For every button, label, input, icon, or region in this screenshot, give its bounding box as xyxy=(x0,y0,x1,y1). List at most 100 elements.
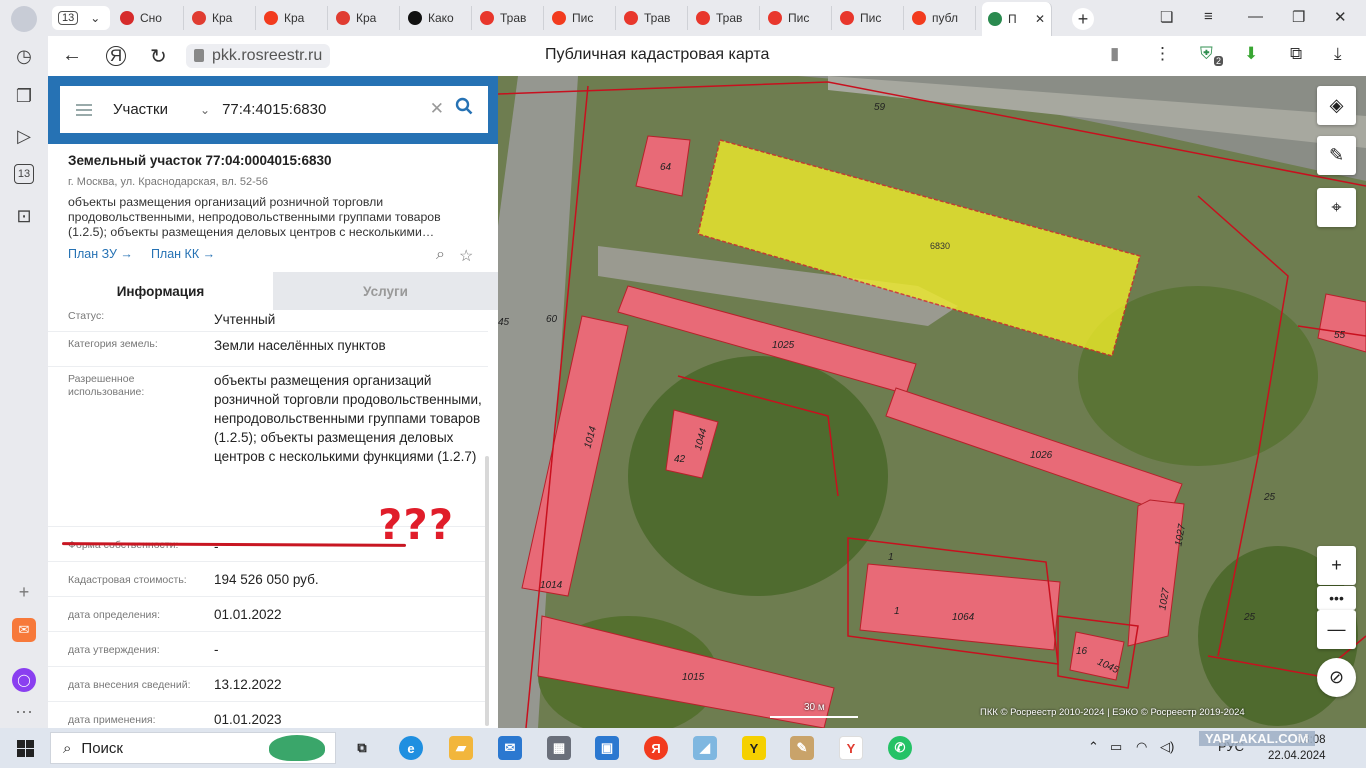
calculator-icon[interactable]: ▦ xyxy=(547,736,571,760)
browser-tab[interactable]: Трав xyxy=(474,6,544,30)
close-window-icon[interactable]: ✕ xyxy=(1334,8,1347,26)
svg-text:1: 1 xyxy=(894,606,900,617)
explorer-icon[interactable]: ▰ xyxy=(449,736,473,760)
zoom-out-button[interactable]: — xyxy=(1317,610,1356,649)
tab-favicon-icon xyxy=(988,12,1002,26)
watermark: YAPLAKAL.COM xyxy=(1199,731,1315,746)
svg-text:1014: 1014 xyxy=(540,580,563,591)
profile-avatar[interactable] xyxy=(11,6,37,32)
more-icon[interactable]: ⋯ xyxy=(12,700,36,724)
search-input[interactable]: 77:4:4015:6830 xyxy=(222,101,326,118)
compass-button[interactable]: ⊘ xyxy=(1317,658,1356,697)
map-view[interactable]: 6830 59 64 60 45 1025 1014 1014 1044 42 … xyxy=(498,76,1366,728)
svg-text:1064: 1064 xyxy=(952,612,975,623)
more-menu-icon[interactable]: ⋮ xyxy=(1154,44,1171,64)
menu-icon[interactable]: ≡ xyxy=(1204,8,1213,25)
store-icon[interactable]: ▣ xyxy=(595,736,619,760)
video-icon[interactable]: ▷ xyxy=(12,124,36,148)
tab-favicon-icon xyxy=(768,11,782,25)
search-icon[interactable] xyxy=(455,97,473,115)
plan-zu-link[interactable]: План ЗУ → xyxy=(68,247,133,261)
battery-icon[interactable]: ▭ xyxy=(1110,739,1122,755)
mail-icon[interactable]: ✉ xyxy=(12,618,36,642)
browser-tab[interactable]: Трав xyxy=(618,6,688,30)
wifi-icon[interactable]: ◠ xyxy=(1136,739,1147,755)
browser-tab[interactable]: публ xyxy=(906,6,976,30)
volume-icon[interactable]: ◁) xyxy=(1160,739,1174,755)
collections-icon[interactable]: ❐ xyxy=(12,84,36,108)
svg-text:45: 45 xyxy=(498,317,510,328)
chevron-down-icon[interactable]: ⌄ xyxy=(200,103,210,117)
windows-start-icon[interactable] xyxy=(17,740,34,757)
screenshot-icon[interactable]: ⊡ xyxy=(12,204,36,228)
browser-sidebar: ◷ ❐ ▷ 13 ⊡ + ✉ ◯ ⋯ xyxy=(0,0,48,728)
back-icon[interactable]: ← xyxy=(62,44,82,67)
alice-icon[interactable]: ◯ xyxy=(12,668,36,692)
menu-hamburger-icon[interactable] xyxy=(76,101,92,119)
close-tab-icon[interactable]: ✕ xyxy=(1035,12,1045,26)
browser-tab[interactable]: Пис xyxy=(546,6,616,30)
panel-scrollbar[interactable] xyxy=(485,456,489,726)
yandex-icon[interactable]: Я xyxy=(106,46,126,66)
attribute-value: 194 526 050 руб. xyxy=(214,572,319,587)
browser-tab[interactable]: Кра xyxy=(258,6,328,30)
tab-favicon-icon xyxy=(120,11,134,25)
tab-label: Сно xyxy=(140,11,162,25)
attribute-row: Кадастровая стоимость: 194 526 050 руб. xyxy=(48,562,488,597)
downloads-icon[interactable]: ⤓ xyxy=(1334,44,1342,64)
yandex-browser-icon[interactable]: Я xyxy=(644,736,668,760)
attribute-label: Кадастровая стоимость: xyxy=(68,574,187,586)
search-type-select[interactable]: Участки xyxy=(113,101,168,118)
browser-tab[interactable]: Трав xyxy=(690,6,760,30)
locate-button[interactable]: ⌖ xyxy=(1317,188,1356,227)
tray-chevron-icon[interactable]: ⌃ xyxy=(1088,739,1099,755)
svg-text:59: 59 xyxy=(874,102,886,113)
minimize-icon[interactable]: — xyxy=(1248,8,1263,25)
task-view-icon[interactable]: ⧉ xyxy=(350,736,374,760)
notes-icon[interactable]: ◢ xyxy=(693,736,717,760)
extension-badge: 2 xyxy=(1214,56,1224,66)
tab-label: Трав xyxy=(500,11,527,25)
restore-icon[interactable]: ❐ xyxy=(1292,8,1305,26)
bookmark-icon[interactable]: ▮ xyxy=(1110,44,1119,64)
bookmarks-icon[interactable]: ❏ xyxy=(1160,8,1173,26)
ruler-button[interactable]: ✎ xyxy=(1317,136,1356,175)
zoom-in-button[interactable]: + xyxy=(1317,546,1356,585)
yandex-app-icon[interactable]: Y xyxy=(839,736,863,760)
browser-tab[interactable]: Пис xyxy=(762,6,832,30)
reload-icon[interactable]: ↻ xyxy=(150,44,167,69)
yandex-music-icon[interactable]: Y xyxy=(742,736,766,760)
url-field[interactable]: pkk.rosreestr.ru xyxy=(186,44,331,68)
extensions-icon[interactable]: ⧉ xyxy=(1290,44,1302,64)
tab-group-button[interactable]: 13 ⌄ xyxy=(52,6,110,30)
history-icon[interactable]: ◷ xyxy=(12,44,36,68)
browser-tab[interactable]: П ✕ xyxy=(982,2,1052,36)
new-tab-button[interactable]: + xyxy=(1072,8,1094,30)
find-on-map-icon[interactable]: ⌕ xyxy=(436,246,445,266)
tabs-counter-icon[interactable]: 13 xyxy=(14,164,34,184)
svg-text:1026: 1026 xyxy=(1030,450,1053,461)
mail-app-icon[interactable]: ✉ xyxy=(498,736,522,760)
download-arrow-icon[interactable]: ⬇ xyxy=(1244,44,1258,64)
clear-icon[interactable]: ✕ xyxy=(430,99,444,119)
browser-tab[interactable]: Кра xyxy=(330,6,400,30)
protect-icon[interactable]: ⛨ xyxy=(1200,44,1213,64)
url-text: pkk.rosreestr.ru xyxy=(212,47,323,64)
tab-information[interactable]: Информация xyxy=(48,272,273,310)
edge-icon[interactable]: e xyxy=(399,736,423,760)
attribute-label: дата внесения сведений: xyxy=(68,679,191,691)
browser-tab[interactable]: Како xyxy=(402,6,472,30)
paint-icon[interactable]: ✎ xyxy=(790,736,814,760)
add-panel-icon[interactable]: + xyxy=(12,580,36,604)
whatsapp-icon[interactable]: ✆ xyxy=(888,736,912,760)
taskbar-search[interactable]: ⌕ Поиск xyxy=(50,732,336,764)
tab-services[interactable]: Услуги xyxy=(273,272,498,310)
browser-tab[interactable]: Пис xyxy=(834,6,904,30)
favorite-star-icon[interactable]: ☆ xyxy=(459,246,473,266)
browser-tab[interactable]: Сно xyxy=(114,6,184,30)
zoom-more-button[interactable]: ••• xyxy=(1317,586,1356,610)
layers-button[interactable]: ◈ xyxy=(1317,86,1356,125)
browser-tab[interactable]: Кра xyxy=(186,6,256,30)
plan-kk-link[interactable]: План КК → xyxy=(151,247,215,261)
map-copyright: ПКК © Росреестр 2010-2024 | ЕЭКО © Росре… xyxy=(980,707,1245,718)
